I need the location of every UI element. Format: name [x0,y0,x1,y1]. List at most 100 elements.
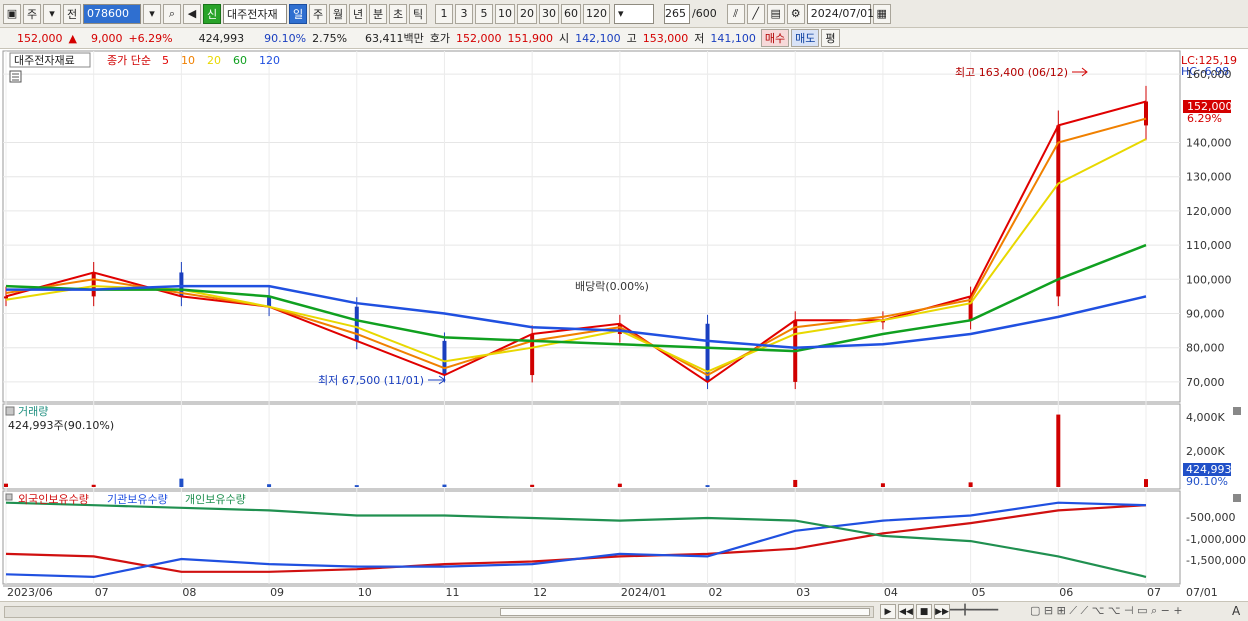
bid-price: 151,900 [507,31,554,45]
code-dropdown-icon[interactable]: ▾ [143,3,161,24]
volume-bar-6 [530,484,535,487]
calendar-icon[interactable]: ▦ [872,3,891,24]
price-tick-7: 80,000 [1186,342,1225,355]
nav-buttons: ▶ ◀◀ ■ ▶▶ [880,604,950,619]
volume-bar-3 [267,484,272,487]
new-tag: 신 [203,3,221,24]
chart-svg[interactable]: 대주전자재료 종가 단순 5 10 20 60 120 LC:125,19 HC:-6.… [0,49,1248,601]
volume-panel-value: 424,993주(90.10%) [8,419,114,432]
volume-value: 424,993 [198,31,245,45]
holding-legend: 외국인보유수량 기관보유수량 개인보유수량 [18,493,246,506]
price-tick-5: 100,000 [1186,273,1232,286]
last-page-icon[interactable]: ▶▶ [934,604,950,619]
market-select[interactable]: 주 [23,3,41,24]
x-label-12: 06 [1059,586,1073,599]
candle-icon[interactable]: ⫽ [726,3,745,24]
count-input[interactable]: 265 [664,3,690,24]
volume-bar-10 [880,483,885,487]
hold-tick-1: -1,000,000 [1186,533,1246,546]
save-icon[interactable]: ▤ [766,3,785,24]
price-tick-1: 140,000 [1186,137,1232,150]
interval-tab-0[interactable]: 1 [435,3,453,24]
interval-select[interactable]: ▾ [614,3,654,24]
price-tick-0: 160,000 [1186,68,1232,81]
prev-button[interactable]: 전 [63,3,81,24]
candle-body-13 [1144,101,1148,126]
first-page-icon[interactable]: ◀◀ [898,604,914,619]
ask-price: 152,000 [456,31,502,45]
ma-legend-1: 10 [181,54,195,67]
interval-tab-2[interactable]: 5 [475,3,493,24]
high-price: 153,000 [642,31,689,45]
volume-bar-7 [617,483,622,487]
interval-tab-5[interactable]: 30 [539,3,559,24]
volume-bar-9 [793,479,798,487]
price-panel-title: 대주전자재료 [14,54,75,67]
interval-tab-3[interactable]: 10 [495,3,515,24]
volume-bar-11 [968,482,973,487]
x-label-11: 05 [972,586,986,599]
stop-icon[interactable]: ■ [916,604,932,619]
zoom-slider[interactable]: ━━╋━━━━━ [950,605,998,616]
period-tab-6[interactable]: 틱 [409,3,427,24]
interval-tab-6[interactable]: 60 [561,3,581,24]
x-label-7: 2024/01 [621,586,667,599]
price-tick-3: 120,000 [1186,205,1232,218]
font-size-icon[interactable]: A [1232,604,1240,618]
price-tick-2: 130,000 [1186,171,1232,184]
code-input[interactable]: 078600 [83,3,141,24]
toolbar: ▣ 주 ▾ 전 078600 ▾ ⌕ ◀ 신 대주전자재 일주월년분초틱 135… [0,0,1248,28]
bottom-bar: ▶ ◀◀ ■ ▶▶ ━━╋━━━━━ ▢ ⊟ ⊞ ⟋ ⟋ ⌥ ⌥ ⊣ ▭ ⌕ −… [0,601,1248,621]
chart-area[interactable]: 대주전자재료 종가 단순 5 10 20 60 120 LC:125,19 HC:-6.… [0,49,1248,601]
volume-bar-0 [4,483,8,487]
sell-button[interactable]: 매도 [791,29,820,47]
holding-close-icon[interactable] [1233,494,1241,502]
speaker-icon[interactable]: ◀ [183,3,201,24]
x-label-9: 03 [796,586,810,599]
interval-tab-1[interactable]: 3 [455,3,473,24]
price-panel-frame [2,50,1181,403]
low-price: 141,100 [710,31,756,45]
scrollbar[interactable] [4,606,874,618]
period-tab-5[interactable]: 초 [389,3,407,24]
low-label: 저 [694,32,705,45]
holding-legend-1: 기관보유수량 [107,493,168,506]
holding-panel-icon[interactable] [5,493,13,501]
ma-legend-0: 5 [162,54,169,67]
volume-bar-2 [179,478,184,487]
interval-tab-7[interactable]: 120 [583,3,610,24]
period-tab-3[interactable]: 년 [349,3,367,24]
eval-button[interactable]: 평 [821,29,840,47]
volume-panel-icon[interactable] [5,406,15,416]
line-tool-icon[interactable]: ╱ [746,3,765,24]
buy-button[interactable]: 매수 [760,29,790,47]
candle-body-12 [1056,125,1061,297]
chevron-down-icon[interactable]: ▾ [43,3,61,24]
scroll-right-icon[interactable]: ▶ [880,604,896,619]
holding-legend-0: 외국인보유수량 [18,493,89,506]
price-tick-8: 70,000 [1186,376,1225,389]
period-tab-0[interactable]: 일 [289,3,307,24]
stock-name-field[interactable]: 대주전자재 [223,3,287,24]
scroll-thumb[interactable] [500,608,870,616]
volume-panel-frame [2,403,1181,490]
search-icon[interactable]: ⌕ [163,3,181,24]
period-tab-2[interactable]: 월 [329,3,347,24]
tool-icons[interactable]: ▢ ⊟ ⊞ ⟋ ⟋ ⌥ ⌥ ⊣ ▭ ⌕ − + [1030,604,1183,618]
x-label-13: 07 [1147,586,1161,599]
high-annotation: 최고 163,400 (06/12) [955,66,1068,79]
date-input[interactable]: 2024/07/01 [806,3,874,24]
quote-label: 호가 [429,32,451,45]
period-tab-4[interactable]: 분 [369,3,387,24]
settings-gear-icon[interactable]: ⚙ [786,3,805,24]
vol-tick-1: 2,000K [1186,445,1225,458]
dividend-annotation: 배당락(0.00%) [575,280,649,293]
layout-icon[interactable]: ▣ [3,3,21,24]
ma-legend-2: 20 [207,54,221,67]
ma-legend-3: 60 [233,54,247,67]
interval-tab-4[interactable]: 20 [517,3,537,24]
period-tab-1[interactable]: 주 [309,3,327,24]
volume-pct-tag: 90.10% [1186,475,1228,488]
volume-close-icon[interactable] [1233,407,1241,415]
volume-bar-8 [705,485,710,487]
